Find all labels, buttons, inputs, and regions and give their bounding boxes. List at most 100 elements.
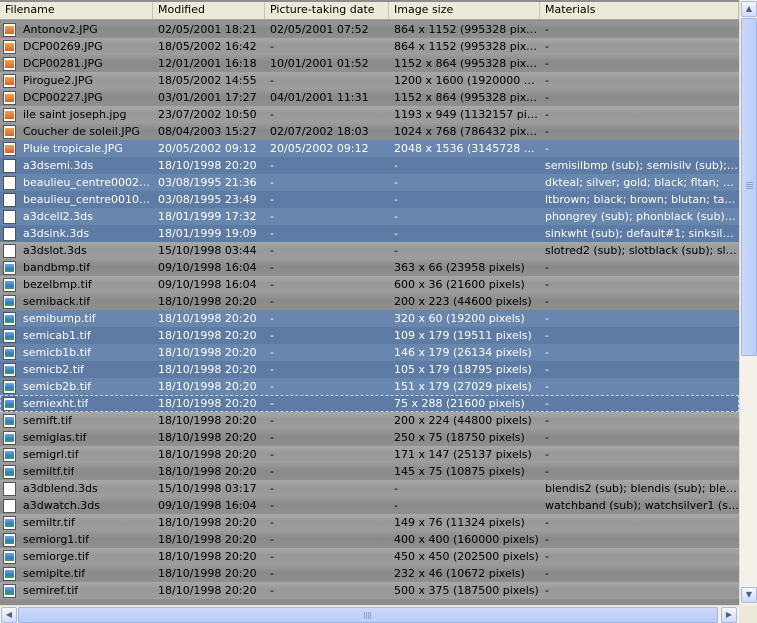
table-row[interactable]: semift.tif 18/10/1998 20:20-200 x 224 (44… <box>0 412 739 429</box>
filename-text: bezelbmp.tif <box>23 278 92 291</box>
cell-picture-taking-date: - <box>270 499 274 512</box>
cell-filename: DCP00227.JPG <box>0 89 153 106</box>
cell-modified: 18/10/1998 20:20 <box>158 397 257 410</box>
arrow-down-icon: ▼ <box>745 590 753 599</box>
table-row[interactable]: semicab1.tif 18/10/1998 20:20-109 x 179 (… <box>0 327 739 344</box>
cell-picture-taking-date: 20/05/2002 09:12 <box>270 142 369 155</box>
file-list-view[interactable]: Filename Modified Picture-taking date Im… <box>0 0 757 623</box>
table-row[interactable]: Pluie tropicale.JPG 20/05/2002 09:12 20/05… <box>0 140 739 157</box>
vertical-scroll-thumb[interactable] <box>741 18 757 356</box>
table-row[interactable]: a3dblend.3ds 15/10/1998 03:17- - blendis2 (… <box>0 480 739 497</box>
filename-text: semigrl.tif <box>23 448 79 461</box>
table-row[interactable]: semiorge.tif 18/10/1998 20:20-450 x 450 (… <box>0 548 739 565</box>
cell-picture-taking-date: 02/07/2002 18:03 <box>270 125 369 138</box>
horizontal-scroll-thumb[interactable] <box>18 607 718 623</box>
cell-filename: Antonov2.JPG <box>0 21 153 38</box>
tif-image-icon <box>3 413 16 428</box>
table-row[interactable]: Coucher de soleil.JPG 08/04/2003 15:27 02/… <box>0 123 739 140</box>
table-row[interactable]: DCP00269.JPG 18/05/2002 16:42-864 x 1152 … <box>0 38 739 55</box>
cell-materials: - <box>545 91 549 104</box>
table-row[interactable]: DCP00281.JPG 12/01/2001 16:18 10/01/2001 0… <box>0 55 739 72</box>
filename-text: Pluie tropicale.JPG <box>23 142 123 155</box>
scroll-right-button[interactable]: ▶ <box>721 607 737 623</box>
table-row[interactable]: bezelbmp.tif 09/10/1998 16:04-600 x 36 (2… <box>0 276 739 293</box>
table-row[interactable]: a3dsemi.3ds 18/10/1998 20:20- - semisilbmp … <box>0 157 739 174</box>
table-row[interactable]: bandbmp.tif 09/10/1998 16:04-363 x 66 (23… <box>0 259 739 276</box>
vertical-scrollbar[interactable]: ▲ ▼ <box>739 0 757 605</box>
table-row[interactable]: ile saint joseph.jpg 23/07/2002 10:50-119… <box>0 106 739 123</box>
cell-picture-taking-date: - <box>270 210 274 223</box>
cell-filename: semiltr.tif <box>0 514 153 531</box>
cell-modified: 18/10/1998 20:20 <box>158 380 257 393</box>
cell-materials: - <box>545 108 549 121</box>
table-row[interactable]: semiplte.tif 18/10/1998 20:20-232 x 46 (1… <box>0 565 739 582</box>
column-header-filename[interactable]: Filename <box>0 2 153 19</box>
scroll-left-button[interactable]: ◀ <box>1 607 17 623</box>
table-row[interactable]: semicb2.tif 18/10/1998 20:20-105 x 179 (1… <box>0 361 739 378</box>
table-row[interactable]: semigrl.tif 18/10/1998 20:20-171 x 147 (2… <box>0 446 739 463</box>
jpg-image-icon <box>3 107 16 122</box>
cell-filename: DCP00281.JPG <box>0 55 153 72</box>
cell-picture-taking-date: - <box>270 193 274 206</box>
table-row[interactable]: semiorg1.tif 18/10/1998 20:20-400 x 400 (… <box>0 531 739 548</box>
table-row[interactable]: semiltr.tif 18/10/1998 20:20-149 x 76 (11… <box>0 514 739 531</box>
cell-filename: semiref.tif <box>0 582 153 599</box>
table-row[interactable]: a3dslot.3ds 15/10/1998 03:44- - slotred2 (s… <box>0 242 739 259</box>
table-row[interactable]: a3dwatch.3ds 09/10/1998 16:04- - watchband … <box>0 497 739 514</box>
cell-picture-taking-date: - <box>270 295 274 308</box>
column-header-image-size[interactable]: Image size <box>389 2 540 19</box>
cell-picture-taking-date: - <box>270 431 274 444</box>
cell-modified: 23/07/2002 10:50 <box>158 108 257 121</box>
filename-text: semiref.tif <box>23 584 79 597</box>
cell-picture-taking-date: - <box>270 397 274 410</box>
tif-image-icon <box>3 362 16 377</box>
table-row[interactable]: a3dsink.3ds 18/01/1999 19:09- - sinkwht (su… <box>0 225 739 242</box>
tif-image-icon <box>3 294 16 309</box>
table-row[interactable]: semicb2b.tif 18/10/1998 20:20-151 x 179 (… <box>0 378 739 395</box>
cell-modified: 03/08/1995 23:49 <box>158 193 257 206</box>
table-row[interactable]: semiexht.tif 18/10/1998 20:20-75 x 288 (2… <box>0 395 739 412</box>
cell-picture-taking-date: - <box>270 159 274 172</box>
table-row[interactable]: semiref.tif 18/10/1998 20:20-500 x 375 (1… <box>0 582 739 599</box>
table-row[interactable]: Pirogue2.JPG 18/05/2002 14:55-1200 x 1600… <box>0 72 739 89</box>
table-row[interactable]: DCP00227.JPG 03/01/2001 17:27 04/01/2001 1… <box>0 89 739 106</box>
cell-modified: 18/10/1998 20:20 <box>158 533 257 546</box>
filename-text: Antonov2.JPG <box>23 23 98 36</box>
cell-materials: - <box>545 584 549 597</box>
cell-filename: ile saint joseph.jpg <box>0 106 153 123</box>
cell-modified: 15/10/1998 03:44 <box>158 244 257 257</box>
table-row[interactable]: a3dcell2.3ds 18/01/1999 17:32- - phongrey (… <box>0 208 739 225</box>
cell-picture-taking-date: 10/01/2001 01:52 <box>270 57 369 70</box>
column-header-materials[interactable]: Materials <box>540 2 739 19</box>
3ds-model-icon <box>3 498 16 513</box>
tif-image-icon <box>3 379 16 394</box>
table-row[interactable]: semiltf.tif 18/10/1998 20:20-145 x 75 (10… <box>0 463 739 480</box>
cell-picture-taking-date: - <box>270 465 274 478</box>
jpg-image-icon <box>3 124 16 139</box>
scroll-down-button[interactable]: ▼ <box>741 587 757 603</box>
column-header-modified[interactable]: Modified <box>153 2 265 19</box>
cell-filename: semicb2b.tif <box>0 378 153 395</box>
filename-text: semiorg1.tif <box>23 533 90 546</box>
table-row[interactable]: semicb1b.tif 18/10/1998 20:20-146 x 179 (… <box>0 344 739 361</box>
table-row[interactable]: semiglas.tif 18/10/1998 20:20-250 x 75 (1… <box>0 429 739 446</box>
cell-filename: bandbmp.tif <box>0 259 153 276</box>
3ds-model-icon <box>3 192 16 207</box>
cell-picture-taking-date: - <box>270 261 274 274</box>
table-row[interactable]: beaulieu_centre0002.3DS 03/08/1995 21:36-… <box>0 174 739 191</box>
tif-image-icon <box>3 345 16 360</box>
cell-materials: - <box>545 329 549 342</box>
filename-text: semibump.tif <box>23 312 96 325</box>
cell-filename: semiorg1.tif <box>0 531 153 548</box>
3ds-model-icon <box>3 243 16 258</box>
cell-modified: 18/01/1999 19:09 <box>158 227 257 240</box>
scroll-up-button[interactable]: ▲ <box>741 1 757 17</box>
column-header-picture-taking-date[interactable]: Picture-taking date <box>265 2 389 19</box>
table-row[interactable]: Antonov2.JPG 02/05/2001 18:21 02/05/2001 0… <box>0 21 739 38</box>
jpg-image-icon <box>3 56 16 71</box>
filename-text: semicb1b.tif <box>23 346 92 359</box>
table-row[interactable]: beaulieu_centre0010.3DS 03/08/1995 23:49-… <box>0 191 739 208</box>
horizontal-scrollbar[interactable]: ◀ ▶ <box>0 605 739 623</box>
table-row[interactable]: semibump.tif 18/10/1998 20:20-320 x 60 (1… <box>0 310 739 327</box>
table-row[interactable]: semiback.tif 18/10/1998 20:20-200 x 223 (… <box>0 293 739 310</box>
